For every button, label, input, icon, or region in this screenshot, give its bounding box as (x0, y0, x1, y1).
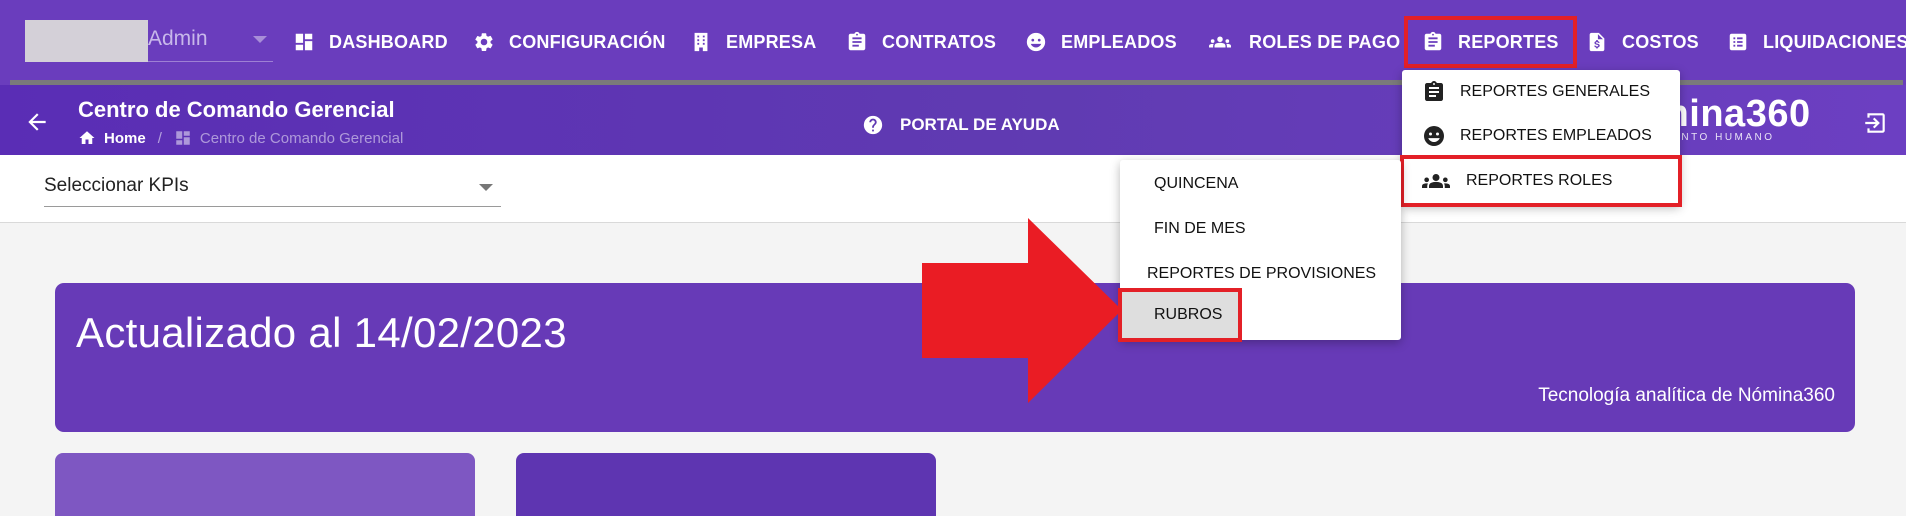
kpi-select[interactable]: Seleccionar KPIs (44, 173, 501, 207)
red-arrow-annotation (922, 218, 1122, 403)
arrow-left-icon (28, 113, 46, 131)
reportes-roles-submenu: QUINCENA FIN DE MES REPORTES DE PROVISIO… (1118, 160, 1401, 342)
nav-dashboard[interactable]: DASHBOARD (293, 22, 448, 62)
submenu-item-label: RUBROS (1154, 306, 1223, 323)
page-title: Centro de Comando Gerencial (78, 97, 395, 122)
nav-roles-de-pago[interactable]: ROLES DE PAGO (1205, 22, 1400, 62)
menu-item-reportes-roles[interactable]: REPORTES ROLES (1400, 155, 1682, 207)
avatar (25, 20, 148, 62)
submenu-item-rubros[interactable]: RUBROS (1118, 288, 1242, 342)
nav-liquidaciones[interactable]: LIQUIDACIONES (1727, 22, 1906, 62)
nav-contratos-label: CONTRATOS (882, 31, 997, 52)
nav-empleados-label: EMPLEADOS (1061, 31, 1177, 52)
back-button[interactable] (24, 109, 50, 135)
help-portal-link[interactable]: PORTAL DE AYUDA (862, 112, 1060, 138)
menu-item-label: REPORTES EMPLEADOS (1460, 127, 1652, 144)
nav-empresa[interactable]: EMPRESA (690, 22, 816, 62)
nav-configuracion[interactable]: CONFIGURACIÓN (473, 22, 666, 62)
nav-roles-de-pago-label: ROLES DE PAGO (1249, 31, 1401, 52)
kpi-card (516, 453, 936, 516)
clipboard-icon (848, 31, 866, 51)
gear-icon (475, 33, 493, 51)
arrow-right-icon (922, 218, 1122, 403)
help-icon (863, 115, 883, 135)
nav-costos[interactable]: COSTOS (1586, 22, 1699, 62)
kpi-card (55, 453, 475, 516)
updated-date-text: Actualizado al 14/02/2023 (76, 309, 567, 356)
menu-item-label: REPORTES GENERALES (1460, 83, 1650, 100)
building-icon (694, 32, 708, 52)
submenu-item-label: FIN DE MES (1154, 220, 1246, 237)
nav-empleados[interactable]: EMPLEADOS (1025, 22, 1177, 62)
logout-button[interactable] (1862, 110, 1888, 136)
dashboard-icon (295, 33, 313, 51)
user-name: Admin (148, 27, 208, 50)
dashboard-icon (176, 131, 190, 145)
nav-costos-label: COSTOS (1622, 31, 1699, 52)
submenu-item-fin-de-mes[interactable]: FIN DE MES (1120, 207, 1401, 251)
face-icon (1424, 126, 1444, 146)
nav-liquidaciones-label: LIQUIDACIONES (1763, 31, 1906, 52)
user-menu[interactable]: Admin (25, 20, 273, 62)
nav-configuracion-label: CONFIGURACIÓN (509, 31, 666, 52)
submenu-item-label: REPORTES DE PROVISIONES (1147, 265, 1377, 282)
list-icon (1729, 33, 1747, 51)
kpi-select-label: Seleccionar KPIs (44, 175, 189, 196)
group-icon (1209, 36, 1231, 48)
menu-item-reportes-empleados[interactable]: REPORTES EMPLEADOS (1402, 114, 1680, 158)
help-portal-label: PORTAL DE AYUDA (900, 115, 1060, 134)
submenu-item-quincena[interactable]: QUINCENA (1120, 162, 1401, 206)
breadcrumb-separator: / (157, 129, 162, 147)
menu-item-label: REPORTES ROLES (1466, 172, 1613, 189)
nav-contratos[interactable]: CONTRATOS (846, 22, 996, 62)
reportes-dropdown-menu: REPORTES GENERALES REPORTES EMPLEADOS RE… (1400, 70, 1682, 207)
nav-reportes[interactable]: REPORTES (1404, 16, 1577, 68)
invoice-icon (1589, 32, 1605, 52)
nav-dashboard-label: DASHBOARD (329, 31, 448, 52)
breadcrumb-home[interactable]: Home (104, 130, 146, 147)
clipboard-icon (1425, 81, 1443, 101)
nav-empresa-label: EMPRESA (726, 31, 817, 52)
submenu-item-label: QUINCENA (1154, 175, 1239, 192)
nav-reportes-label: REPORTES (1458, 31, 1559, 52)
home-icon (79, 131, 95, 144)
group-icon (1422, 174, 1450, 188)
menu-item-reportes-generales[interactable]: REPORTES GENERALES (1402, 70, 1680, 114)
breadcrumb: Home / Centro de Comando Gerencial (78, 128, 403, 148)
clipboard-icon (1424, 31, 1442, 51)
breadcrumb-current: Centro de Comando Gerencial (199, 129, 404, 147)
logout-icon (1865, 113, 1885, 133)
chevron-down-icon (253, 36, 267, 43)
tech-credit-text: Tecnología analítica de Nómina360 (1538, 385, 1835, 406)
face-icon (1026, 32, 1046, 52)
chevron-down-icon (479, 184, 493, 191)
